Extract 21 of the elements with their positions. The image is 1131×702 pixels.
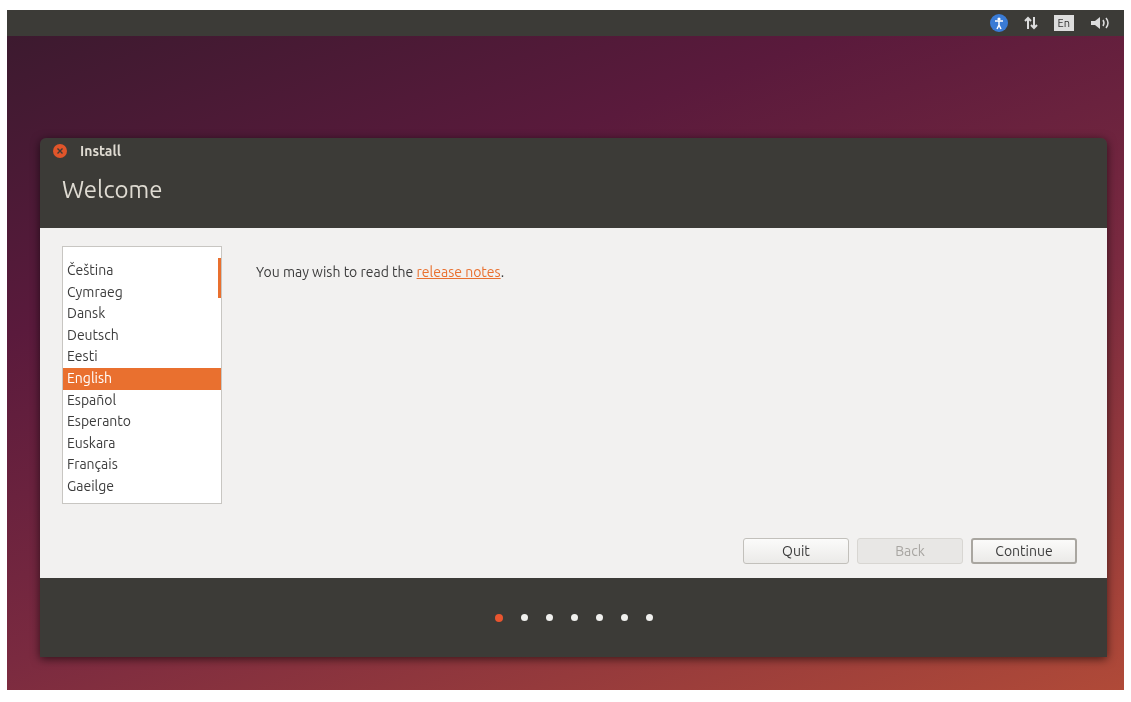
language-item[interactable]: Cymraeg xyxy=(63,281,221,304)
scrollbar-thumb[interactable] xyxy=(218,258,221,298)
close-icon[interactable] xyxy=(52,143,68,159)
language-item[interactable]: Čeština xyxy=(63,260,221,282)
language-item[interactable]: Esperanto xyxy=(63,411,221,433)
accessibility-icon[interactable] xyxy=(989,14,1008,32)
language-item[interactable]: Français xyxy=(63,454,221,476)
language-item[interactable]: Eesti xyxy=(63,346,221,368)
volume-icon[interactable] xyxy=(1090,16,1112,30)
language-item[interactable]: Gaeilge xyxy=(63,475,221,498)
language-item[interactable]: Euskara xyxy=(63,432,221,455)
dialog-button[interactable]: Quit xyxy=(743,538,849,564)
release-notes-text: You may wish to read the release notes. xyxy=(256,263,506,282)
keyboard-layout-indicator[interactable]: En xyxy=(1053,15,1074,31)
network-arrows-icon[interactable] xyxy=(1023,16,1038,30)
language-item[interactable]: Español xyxy=(63,389,221,412)
window-title: Install xyxy=(80,141,121,161)
language-item[interactable]: Deutsch xyxy=(63,324,221,347)
language-item[interactable]: Dansk xyxy=(63,303,221,325)
dialog-button[interactable]: Continue xyxy=(971,538,1077,564)
page-heading: Welcome xyxy=(61,175,164,205)
